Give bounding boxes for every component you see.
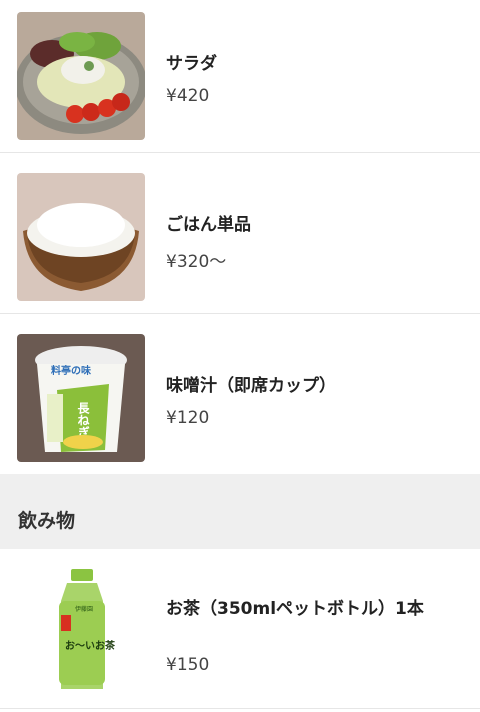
green-tea-bottle-image: 伊藤園 お〜いお茶 [17,561,145,689]
item-name: 味噌汁（即席カップ） [166,376,336,396]
item-name: お茶（350mlペットボトル）1本 [166,599,424,619]
item-name: ごはん単品 [166,215,251,235]
menu-item-salad[interactable]: サラダ ¥420 [0,0,480,153]
item-price: ¥150 [166,655,210,675]
tea-brand-label: 伊藤園 [75,605,93,613]
menu-item-rice[interactable]: ごはん単品 ¥320〜 [0,153,480,314]
item-name: サラダ [166,54,217,74]
soup-cup-brand-label: 料亭の味 [51,364,91,377]
section-header-drinks: 飲み物 [0,474,480,549]
salad-image [17,12,145,140]
tea-name-label: お〜いお茶 [65,639,116,652]
menu-item-green-tea[interactable]: 伊藤園 お〜いお茶 お茶（350mlペットボトル）1本 ¥150 [0,549,480,709]
miso-soup-cup-image: 料亭の味 長ねぎ [17,334,145,462]
item-price: ¥120 [166,408,210,428]
item-price: ¥320〜 [166,252,227,272]
soup-cup-flavor-label: 長ねぎ [76,401,90,438]
section-title: 飲み物 [18,510,76,532]
item-price: ¥420 [166,86,210,106]
rice-bowl-image [17,173,145,301]
menu-item-miso-soup[interactable]: 料亭の味 長ねぎ 味噌汁（即席カップ） ¥120 [0,314,480,474]
